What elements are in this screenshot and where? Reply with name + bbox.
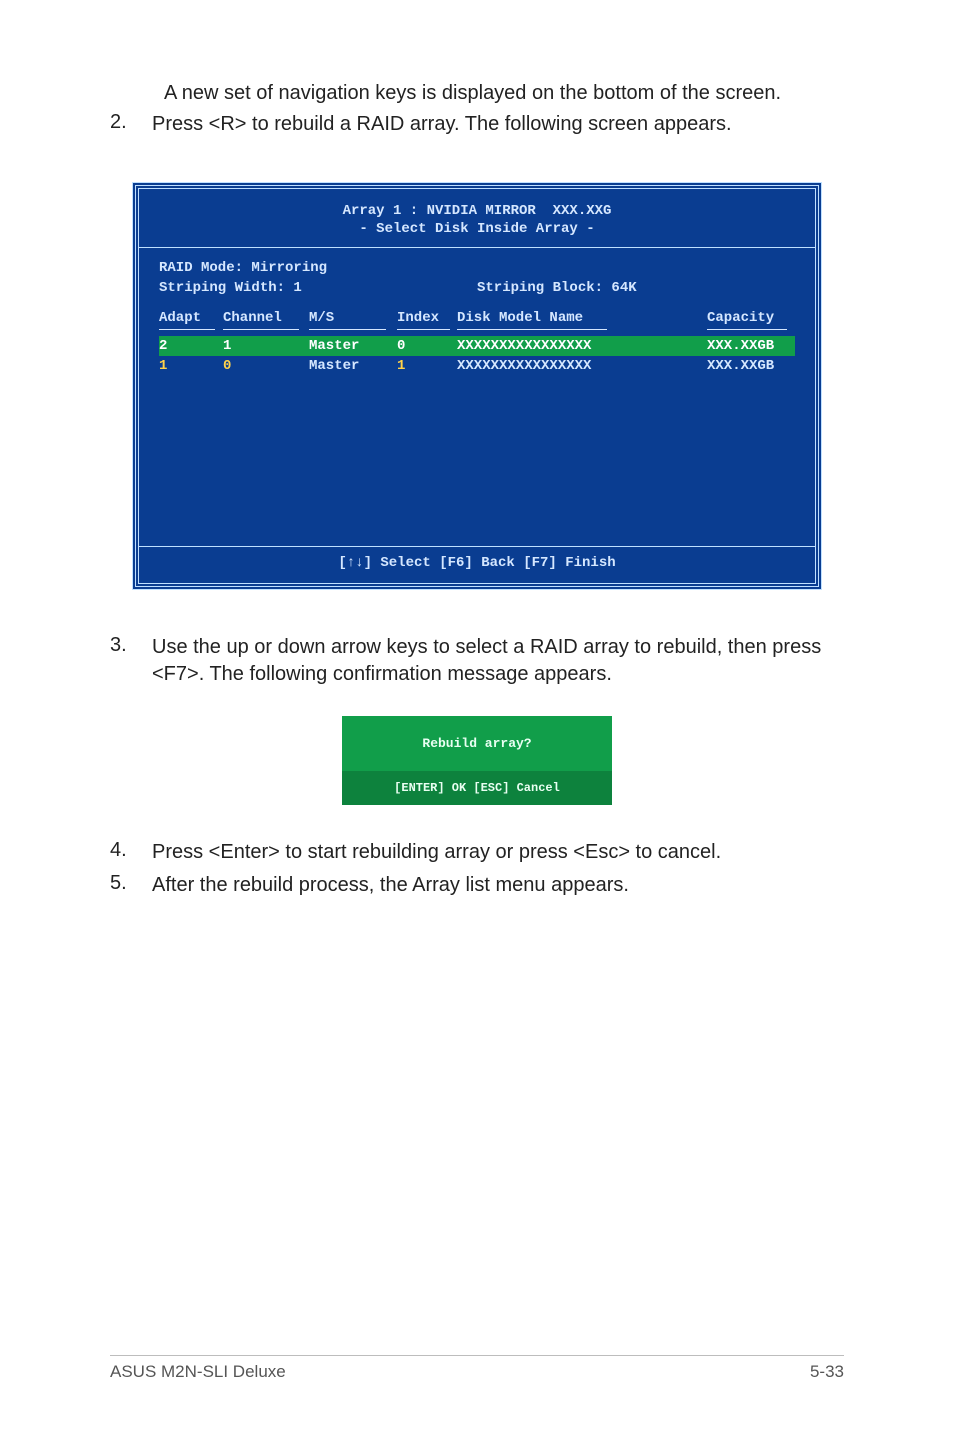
- confirm-buttons[interactable]: [ENTER] OK [ESC] Cancel: [342, 771, 612, 805]
- cell-capacity: XXX.XXGB: [707, 338, 795, 354]
- step-5-num: 5.: [110, 872, 152, 895]
- step-5-text: After the rebuild process, the Array lis…: [152, 872, 844, 899]
- cell-channel: 0: [223, 358, 309, 374]
- col-adapt: Adapt: [159, 310, 223, 330]
- col-ms: M/S: [309, 310, 397, 330]
- col-model: Disk Model Name: [457, 310, 707, 330]
- step-4: 4. Press <Enter> to start rebuilding arr…: [110, 839, 844, 866]
- bios-title: Array 1 : NVIDIA MIRROR XXX.XXG: [139, 189, 815, 221]
- bios-raid-mode: RAID Mode: Mirroring: [159, 260, 477, 276]
- confirm-question: Rebuild array?: [342, 716, 612, 771]
- table-row[interactable]: 1 0 Master 1 XXXXXXXXXXXXXXXX XXX.XXGB: [159, 356, 795, 376]
- col-index: Index: [397, 310, 457, 330]
- footer-page-number: 5-33: [810, 1362, 844, 1382]
- cell-model: XXXXXXXXXXXXXXXX: [457, 338, 707, 354]
- step-4-text: Press <Enter> to start rebuilding array …: [152, 839, 844, 866]
- page-footer: ASUS M2N-SLI Deluxe 5-33: [110, 1355, 844, 1382]
- step-2-text: Press <R> to rebuild a RAID array. The f…: [152, 111, 844, 138]
- step-5: 5. After the rebuild process, the Array …: [110, 872, 844, 899]
- bios-striping-block: Striping Block: 64K: [477, 280, 795, 296]
- cell-ms: Master: [309, 338, 397, 354]
- bios-screen: Array 1 : NVIDIA MIRROR XXX.XXG - Select…: [132, 182, 822, 590]
- step-2: 2. Press <R> to rebuild a RAID array. Th…: [110, 111, 844, 138]
- step-3-text: Use the up or down arrow keys to select …: [152, 634, 844, 688]
- footer-product: ASUS M2N-SLI Deluxe: [110, 1362, 286, 1382]
- cell-adapt: 1: [159, 358, 223, 374]
- confirm-dialog: Rebuild array? [ENTER] OK [ESC] Cancel: [342, 716, 612, 805]
- table-row[interactable]: 2 1 Master 0 XXXXXXXXXXXXXXXX XXX.XXGB: [159, 336, 795, 356]
- cell-model: XXXXXXXXXXXXXXXX: [457, 358, 707, 374]
- col-channel: Channel: [223, 310, 309, 330]
- cell-capacity: XXX.XXGB: [707, 358, 795, 374]
- bios-nav-keys: [↑↓] Select [F6] Back [F7] Finish: [139, 547, 815, 583]
- step-4-num: 4.: [110, 839, 152, 862]
- cell-index: 1: [397, 358, 457, 374]
- cell-index: 0: [397, 338, 457, 354]
- step-3: 3. Use the up or down arrow keys to sele…: [110, 634, 844, 688]
- step-2-num: 2.: [110, 111, 152, 134]
- cell-ms: Master: [309, 358, 397, 374]
- bios-subtitle: - Select Disk Inside Array -: [139, 221, 815, 247]
- bios-striping-width: Striping Width: 1: [159, 280, 477, 296]
- step-3-num: 3.: [110, 634, 152, 657]
- intro-text: A new set of navigation keys is displaye…: [164, 80, 844, 107]
- cell-channel: 1: [223, 338, 309, 354]
- bios-table-header: Adapt Channel M/S Index Disk Model Name …: [159, 310, 795, 330]
- col-capacity: Capacity: [707, 310, 795, 330]
- cell-adapt: 2: [159, 338, 223, 354]
